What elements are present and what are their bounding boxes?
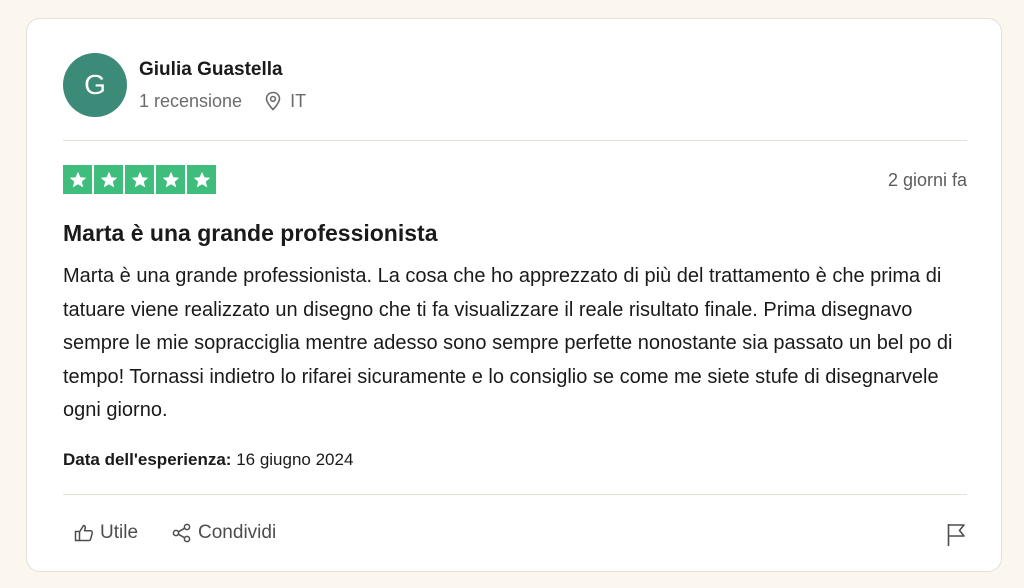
user-name[interactable]: Giulia Guastella [139,59,306,81]
share-label: Condividi [198,522,277,543]
share-button[interactable]: Condividi [171,522,276,544]
review-header: G Giulia Guastella 1 recensione IT [63,53,306,117]
useful-button[interactable]: Utile [73,522,138,544]
user-meta: 1 recensione IT [139,91,306,112]
review-count: 1 recensione [139,90,243,111]
review-card: G Giulia Guastella 1 recensione IT 2 gio… [26,18,1002,572]
review-body: Marta è una grande professionista. La co… [63,265,953,421]
star-5 [187,165,216,194]
user-country: IT [290,90,307,111]
star-4 [156,165,185,194]
user-location: IT [264,91,306,112]
divider-bottom [63,494,967,495]
star-icon [100,171,117,187]
useful-label: Utile [100,522,139,543]
star-icon [193,171,210,187]
review-date: 2 giorni fa [887,170,967,190]
avatar-initial: G [84,69,106,100]
user-info: Giulia Guastella 1 recensione IT [139,59,306,112]
star-icon [69,171,86,187]
star-3 [125,165,154,194]
experience-date: Data dell'esperienza: 16 giugno 2024 [63,450,353,470]
thumbs-up-icon [74,524,94,542]
experience-date-label: Data dell'esperienza: [63,450,232,469]
avatar[interactable]: G [63,53,127,117]
location-pin-icon [265,91,281,111]
star-1 [63,165,92,194]
review-actions: Utile Condividi [73,522,276,544]
star-icon [162,171,179,187]
star-icon [131,171,148,187]
flag-icon [947,524,965,546]
star-rating [63,165,218,194]
review-title[interactable]: Marta è una grande professionista [63,220,437,247]
star-2 [94,165,123,194]
divider-top [63,140,967,141]
report-button[interactable] [945,522,967,553]
share-icon [172,523,191,543]
experience-date-value: 16 giugno 2024 [236,450,354,469]
